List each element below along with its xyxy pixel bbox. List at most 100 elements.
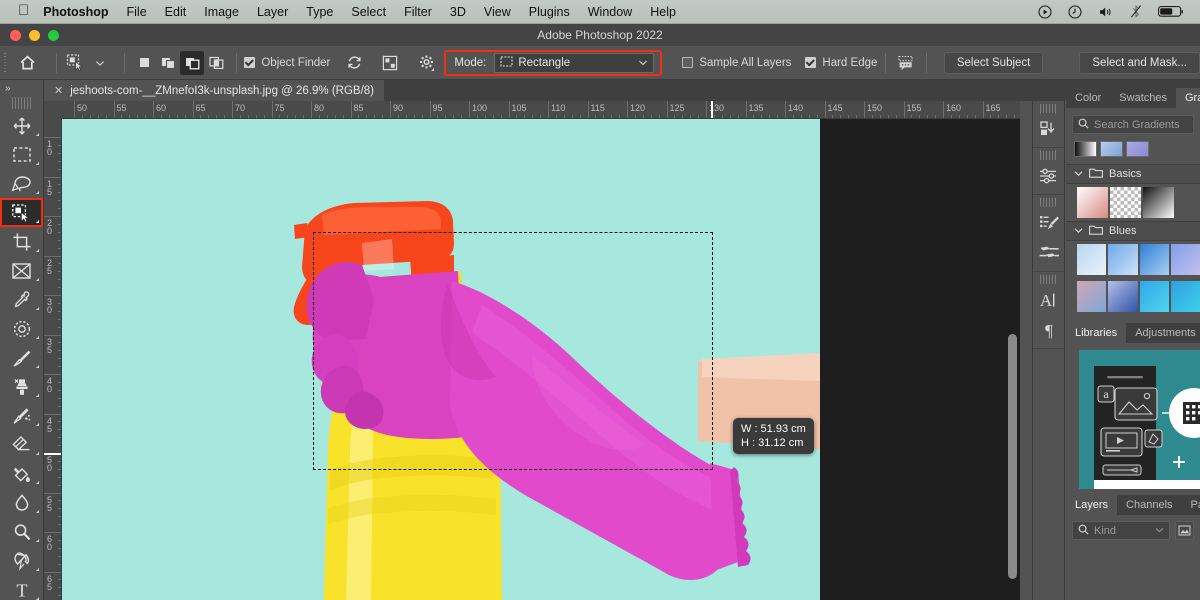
recent-gradient-2[interactable] bbox=[1100, 141, 1123, 157]
volume-icon[interactable] bbox=[1098, 5, 1114, 19]
lasso-tool[interactable] bbox=[0, 169, 43, 198]
menu-item-edit[interactable]: Edit bbox=[165, 5, 187, 19]
chevron-down-icon[interactable] bbox=[1074, 225, 1083, 237]
show-object-overlay-icon[interactable] bbox=[378, 51, 402, 75]
menu-item-3d[interactable]: 3D bbox=[450, 5, 466, 19]
select-subject-button[interactable]: Select Subject bbox=[943, 51, 1044, 74]
canvas-area[interactable]: W : 51.93 cm H : 31.12 cm bbox=[62, 119, 1020, 600]
gear-icon[interactable] bbox=[414, 51, 438, 75]
vertical-scrollbar-thumb[interactable] bbox=[1008, 334, 1017, 579]
home-icon[interactable] bbox=[16, 51, 40, 75]
menu-item-type[interactable]: Type bbox=[306, 5, 333, 19]
rail-grip[interactable] bbox=[1039, 275, 1058, 284]
gradient-swatch-blue-4[interactable] bbox=[1170, 244, 1200, 275]
new-selection-button[interactable] bbox=[132, 51, 156, 75]
time-machine-icon[interactable] bbox=[1068, 4, 1082, 19]
menu-item-file[interactable]: File bbox=[127, 5, 147, 19]
menu-item-image[interactable]: Image bbox=[204, 5, 239, 19]
tab-swatches[interactable]: Swatches bbox=[1110, 88, 1176, 108]
menu-item-window[interactable]: Window bbox=[588, 5, 632, 19]
tab-channels[interactable]: Channels bbox=[1117, 495, 1181, 515]
horizontal-ruler[interactable]: 50 55 60 65 70 75 80 85 90 95 100 105 110 115 120 125 13… bbox=[44, 101, 1020, 119]
hard-edge-checkbox[interactable]: Hard Edge bbox=[805, 57, 877, 69]
mode-dropdown[interactable]: Rectangle bbox=[494, 52, 655, 73]
history-panel-icon[interactable] bbox=[1033, 114, 1064, 144]
gradient-swatch-basics-black-white[interactable] bbox=[1143, 187, 1174, 218]
paragraph-panel-icon[interactable]: ¶ bbox=[1033, 315, 1064, 345]
hard-edge-checkbox-box[interactable] bbox=[805, 57, 817, 68]
menu-item-photoshop[interactable]: Photoshop bbox=[43, 5, 108, 19]
menu-item-select[interactable]: Select bbox=[351, 5, 386, 19]
spot-healing-brush-tool[interactable] bbox=[0, 314, 43, 343]
eraser-tool[interactable] bbox=[0, 430, 43, 459]
tab-color[interactable]: Color bbox=[1066, 88, 1110, 108]
chevron-down-icon[interactable] bbox=[1155, 526, 1164, 535]
pen-tool[interactable] bbox=[0, 546, 43, 575]
selection-marquee[interactable] bbox=[313, 232, 713, 470]
feedback-icon[interactable] bbox=[894, 51, 918, 75]
bluetooth-off-icon[interactable] bbox=[1130, 4, 1142, 19]
move-tool[interactable] bbox=[0, 111, 43, 140]
menu-item-layer[interactable]: Layer bbox=[257, 5, 288, 19]
gradient-swatch-basics-transparent[interactable] bbox=[1110, 187, 1141, 218]
apple-logo-icon[interactable]:  bbox=[18, 3, 29, 18]
dodge-tool[interactable] bbox=[0, 517, 43, 546]
tab-adjustments[interactable]: Adjustments bbox=[1126, 323, 1200, 343]
blur-tool[interactable] bbox=[0, 488, 43, 517]
gradient-swatch-blue-6[interactable] bbox=[1108, 281, 1138, 312]
menu-item-help[interactable]: Help bbox=[650, 5, 676, 19]
document-image[interactable]: W : 51.93 cm H : 31.12 cm bbox=[62, 119, 820, 600]
refresh-icon[interactable] bbox=[342, 51, 366, 75]
tools-panel-grip[interactable] bbox=[11, 97, 32, 109]
recent-gradient-1[interactable] bbox=[1074, 141, 1097, 157]
gradient-swatch-blue-8[interactable] bbox=[1170, 281, 1200, 312]
zoom-button[interactable] bbox=[48, 29, 59, 41]
recent-gradient-3[interactable] bbox=[1126, 141, 1149, 157]
vertical-scrollbar[interactable] bbox=[1007, 119, 1018, 600]
tab-layers[interactable]: Layers bbox=[1066, 495, 1118, 515]
tab-paths[interactable]: Pa bbox=[1182, 495, 1200, 515]
tool-preset-chevron-down-icon[interactable] bbox=[88, 51, 112, 75]
tab-gradients[interactable]: Gra bbox=[1176, 88, 1200, 108]
layer-kind-filter[interactable]: Kind bbox=[1072, 521, 1170, 540]
gradient-swatch-blue-5[interactable] bbox=[1077, 281, 1107, 312]
crop-tool[interactable] bbox=[0, 227, 43, 256]
ruler-origin[interactable] bbox=[44, 101, 62, 119]
brush-tool[interactable] bbox=[0, 343, 43, 372]
menu-item-plugins[interactable]: Plugins bbox=[529, 5, 570, 19]
rail-grip[interactable] bbox=[1039, 104, 1058, 113]
sample-all-layers-checkbox-box[interactable] bbox=[682, 57, 694, 68]
rail-grip[interactable] bbox=[1039, 198, 1058, 207]
mode-chevron-down-icon[interactable] bbox=[638, 58, 648, 68]
menu-item-filter[interactable]: Filter bbox=[404, 5, 432, 19]
intersect-with-selection-button[interactable] bbox=[204, 51, 228, 75]
close-icon[interactable]: ✕ bbox=[54, 84, 63, 97]
history-brush-tool[interactable] bbox=[0, 401, 43, 430]
chevron-down-icon[interactable] bbox=[1074, 168, 1083, 180]
frame-tool[interactable] bbox=[0, 256, 43, 285]
type-tool[interactable]: T bbox=[0, 575, 43, 600]
add-to-selection-button[interactable] bbox=[156, 51, 180, 75]
menu-item-view[interactable]: View bbox=[484, 5, 511, 19]
double-chevron-right-icon[interactable]: » bbox=[0, 80, 43, 97]
document-tab[interactable]: ✕ jeshoots-com-__ZMnefoI3k-unsplash.jpg … bbox=[44, 80, 384, 101]
battery-icon[interactable] bbox=[1158, 5, 1184, 18]
select-and-mask-button[interactable]: Select and Mask... bbox=[1079, 51, 1200, 74]
brush-settings-panel-icon[interactable] bbox=[1033, 208, 1064, 238]
gradient-group-basics[interactable]: Basics bbox=[1066, 164, 1200, 184]
vertical-ruler[interactable]: 10152025303540455055606570 bbox=[44, 119, 62, 600]
tool-preset-picker[interactable] bbox=[64, 51, 88, 75]
subtract-from-selection-button[interactable] bbox=[180, 50, 205, 75]
gradient-swatch-blue-7[interactable] bbox=[1139, 281, 1169, 312]
search-gradients-input[interactable]: Search Gradients bbox=[1072, 115, 1194, 134]
object-finder-checkbox[interactable]: Object Finder bbox=[244, 57, 330, 69]
gradient-tool[interactable] bbox=[0, 459, 43, 488]
sample-all-layers-checkbox[interactable]: Sample All Layers bbox=[682, 57, 791, 69]
rectangular-marquee-tool[interactable] bbox=[0, 140, 43, 169]
adjustments-panel-icon[interactable] bbox=[1033, 161, 1064, 191]
gradient-swatch-basics-red[interactable] bbox=[1077, 187, 1108, 218]
rail-grip[interactable] bbox=[1039, 151, 1058, 160]
pixel-layer-filter-icon[interactable] bbox=[1175, 521, 1194, 540]
gradient-swatch-blue-2[interactable] bbox=[1108, 244, 1138, 275]
gradient-group-blues[interactable]: Blues bbox=[1066, 221, 1200, 241]
